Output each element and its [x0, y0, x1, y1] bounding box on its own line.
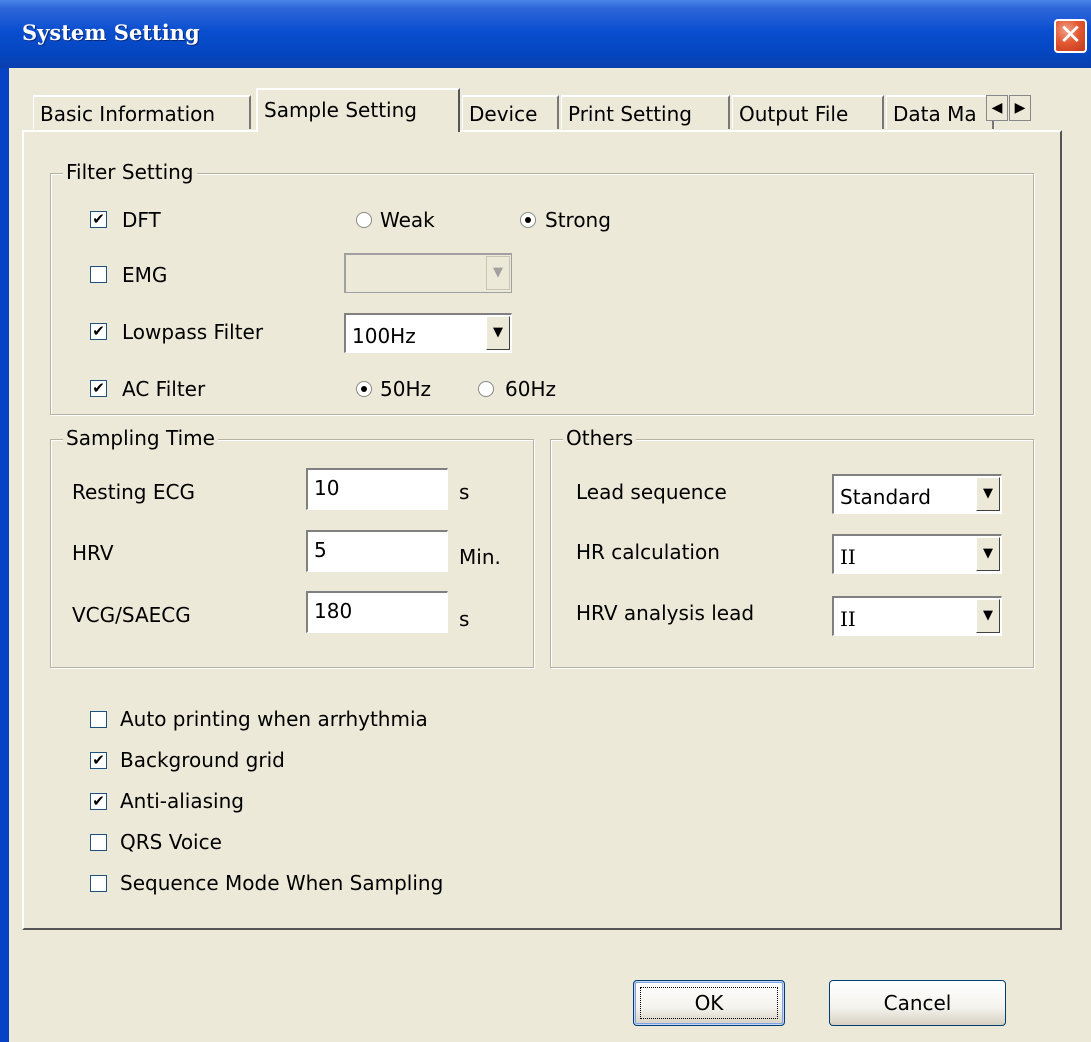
auto-printing-label: Auto printing when arrhythmia: [120, 707, 428, 731]
lowpass-filter-select[interactable]: 100Hz ▼: [344, 313, 512, 353]
sequence-mode-checkbox[interactable]: [90, 875, 107, 892]
vcg-saecg-label: VCG/SAECG: [72, 603, 191, 627]
emg-select[interactable]: ▼: [344, 253, 512, 293]
background-grid-label: Background grid: [120, 748, 285, 772]
weak-label: Weak: [380, 208, 435, 232]
focus-rectangle: [640, 987, 778, 1019]
vcg-saecg-unit: s: [459, 607, 470, 631]
others-legend: Others: [563, 426, 637, 450]
window-title: System Setting: [22, 20, 200, 45]
chevron-down-icon: ▼: [976, 477, 1000, 511]
hrv-analysis-lead-value: II: [840, 607, 856, 631]
qrs-voice-checkbox[interactable]: [90, 834, 107, 851]
background-grid-checkbox[interactable]: ✔: [90, 752, 107, 769]
dft-checkbox[interactable]: ✔: [90, 211, 107, 228]
tab-scroll-right-button[interactable]: ▶: [1009, 95, 1031, 121]
ac-60hz-radio[interactable]: [478, 381, 494, 397]
check-icon: ✔: [92, 792, 105, 810]
tab-data-management[interactable]: Data Ma: [886, 95, 994, 129]
hrv-label: HRV: [72, 541, 114, 565]
emg-label: EMG: [122, 263, 168, 287]
hrv-analysis-lead-label: HRV analysis lead: [576, 601, 755, 625]
ac-60hz-label: 60Hz: [505, 377, 556, 401]
weak-radio[interactable]: [356, 212, 372, 228]
chevron-down-icon: ▼: [976, 537, 1000, 571]
hrv-input[interactable]: 5: [306, 530, 448, 572]
arrow-right-icon: ▶: [1014, 100, 1026, 116]
check-icon: ✔: [92, 379, 105, 397]
cancel-button-label: Cancel: [883, 991, 952, 1015]
vcg-saecg-input[interactable]: 180: [306, 591, 448, 633]
lead-sequence-label: Lead sequence: [576, 480, 727, 504]
ac-filter-checkbox[interactable]: ✔: [90, 380, 107, 397]
hr-calculation-select[interactable]: II ▼: [832, 534, 1002, 574]
chevron-down-icon: ▼: [976, 599, 1000, 633]
resting-ecg-label: Resting ECG: [72, 480, 195, 504]
sampling-time-legend: Sampling Time: [63, 426, 218, 450]
ok-button[interactable]: OK: [633, 980, 785, 1026]
tab-scroll-left-button[interactable]: ◀: [986, 95, 1008, 121]
cancel-button[interactable]: Cancel: [829, 980, 1006, 1026]
hrv-unit: Min.: [459, 545, 501, 569]
ac-filter-label: AC Filter: [122, 377, 206, 401]
arrow-left-icon: ◀: [991, 100, 1003, 116]
hrv-analysis-lead-select[interactable]: II ▼: [832, 596, 1002, 636]
ac-50hz-radio[interactable]: [356, 381, 372, 397]
sequence-mode-label: Sequence Mode When Sampling: [120, 871, 444, 895]
check-icon: ✔: [92, 322, 105, 340]
lowpass-filter-checkbox[interactable]: ✔: [90, 323, 107, 340]
qrs-voice-label: QRS Voice: [120, 830, 222, 854]
chevron-down-icon: ▼: [486, 256, 510, 290]
auto-printing-checkbox[interactable]: [90, 711, 107, 728]
tab-basic-information[interactable]: Basic Information: [33, 95, 251, 129]
ac-50hz-label: 50Hz: [380, 377, 431, 401]
check-icon: ✔: [92, 751, 105, 769]
filter-setting-legend: Filter Setting: [63, 160, 197, 184]
resting-ecg-unit: s: [459, 480, 470, 504]
anti-aliasing-checkbox[interactable]: ✔: [90, 793, 107, 810]
chevron-down-icon: ▼: [486, 316, 510, 350]
lowpass-filter-value: 100Hz: [352, 324, 416, 348]
tab-output-file[interactable]: Output File: [732, 95, 884, 129]
lead-sequence-value: Standard: [840, 485, 931, 509]
hr-calculation-value: II: [840, 545, 856, 569]
window-border: [0, 68, 9, 1042]
dft-label: DFT: [122, 208, 161, 232]
hr-calculation-label: HR calculation: [576, 540, 720, 564]
lead-sequence-select[interactable]: Standard ▼: [832, 474, 1002, 514]
strong-label: Strong: [545, 208, 611, 232]
close-button[interactable]: ✕: [1054, 19, 1087, 53]
tab-sample-setting[interactable]: Sample Setting: [256, 88, 460, 132]
check-icon: ✔: [92, 210, 105, 228]
emg-checkbox[interactable]: [90, 266, 107, 283]
anti-aliasing-label: Anti-aliasing: [120, 789, 244, 813]
lowpass-filter-label: Lowpass Filter: [122, 320, 264, 344]
resting-ecg-input[interactable]: 10: [306, 468, 448, 510]
close-icon: ✕: [1058, 18, 1083, 51]
strong-radio[interactable]: [520, 212, 536, 228]
tab-print-setting[interactable]: Print Setting: [561, 95, 730, 129]
tab-device[interactable]: Device: [462, 95, 559, 129]
